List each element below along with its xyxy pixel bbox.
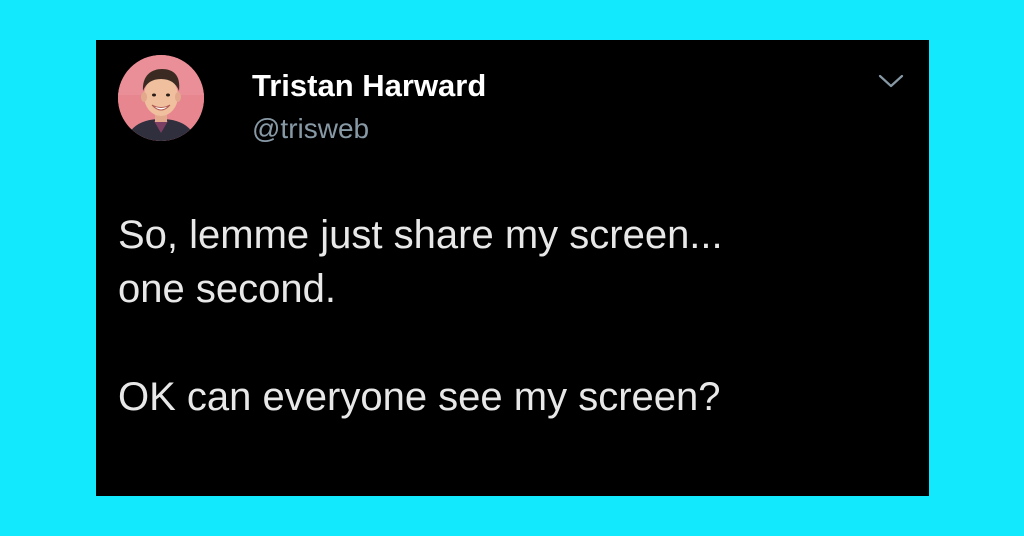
user-handle[interactable]: @trisweb (252, 112, 369, 146)
tweet-text-line: one second. (118, 267, 336, 311)
tweet-text-line: OK can everyone see my screen? (118, 375, 721, 419)
avatar[interactable] (118, 55, 204, 141)
tweet-text-line: So, lemme just share my screen... (118, 213, 723, 257)
tweet-text: So, lemme just share my screen... one se… (118, 208, 908, 424)
profile-photo (118, 55, 204, 141)
tweet-menu-button[interactable] (871, 64, 911, 98)
chevron-down-icon (878, 74, 904, 88)
tweet-card: Tristan Harward @trisweb So, lemme just … (96, 40, 929, 496)
display-name[interactable]: Tristan Harward (252, 68, 486, 104)
